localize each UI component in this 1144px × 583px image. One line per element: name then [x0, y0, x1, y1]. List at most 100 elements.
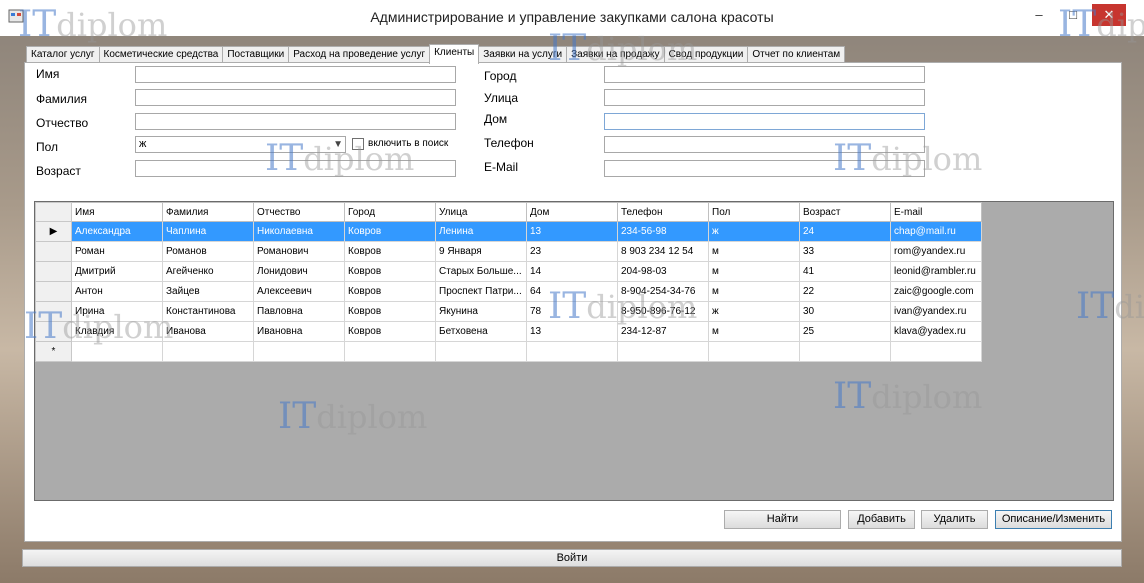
row-header[interactable] [35, 321, 72, 342]
table-cell[interactable]: ж [708, 301, 800, 322]
chevron-down-icon[interactable]: ▼ [333, 137, 343, 152]
table-cell[interactable]: Якунина [435, 301, 527, 322]
name-input[interactable] [135, 66, 456, 83]
table-cell[interactable]: Ленина [435, 221, 527, 242]
table-cell[interactable]: Ирина [71, 301, 163, 322]
row-header[interactable] [35, 261, 72, 282]
add-button[interactable]: Добавить [848, 510, 915, 529]
table-cell[interactable]: Ивановна [253, 321, 345, 342]
minimize-button[interactable]: – [1026, 4, 1052, 26]
table-cell[interactable] [708, 341, 800, 362]
column-header[interactable]: Город [344, 202, 436, 222]
table-cell[interactable]: Павловна [253, 301, 345, 322]
table-cell[interactable]: 204-98-03 [617, 261, 709, 282]
table-cell[interactable]: 22 [799, 281, 891, 302]
column-header[interactable]: Имя [71, 202, 163, 222]
table-cell[interactable]: Ковров [344, 301, 436, 322]
table-cell[interactable]: 78 [526, 301, 618, 322]
table-cell[interactable]: Агейченко [162, 261, 254, 282]
delete-button[interactable]: Удалить [921, 510, 988, 529]
table-cell[interactable]: Роман [71, 241, 163, 262]
table-cell[interactable]: Ковров [344, 221, 436, 242]
tab-item[interactable]: Косметические средства [98, 46, 224, 63]
table-cell[interactable]: Дмитрий [71, 261, 163, 282]
column-header[interactable]: Телефон [617, 202, 709, 222]
table-cell[interactable]: 64 [526, 281, 618, 302]
row-header[interactable] [35, 301, 72, 322]
table-cell[interactable]: 25 [799, 321, 891, 342]
table-cell[interactable]: leonid@rambler.ru [890, 261, 982, 282]
table-cell[interactable] [344, 341, 436, 362]
table-cell[interactable]: klava@yadex.ru [890, 321, 982, 342]
column-header[interactable]: Отчество [253, 202, 345, 222]
tab-item[interactable]: Каталог услуг [26, 46, 100, 63]
street-input[interactable] [604, 89, 925, 106]
clients-data-grid[interactable]: Имя Фамилия Отчество Город Улица Дом Телефон По… [34, 201, 1114, 501]
column-header[interactable]: Фамилия [162, 202, 254, 222]
table-cell[interactable]: Бетховена [435, 321, 527, 342]
tab-item[interactable]: Поставщики [222, 46, 290, 63]
phone-input[interactable] [604, 136, 925, 153]
table-cell[interactable]: Проспект Патри... [435, 281, 527, 302]
table-cell[interactable] [162, 341, 254, 362]
table-cell[interactable]: Чаплина [162, 221, 254, 242]
table-cell[interactable] [71, 341, 163, 362]
column-header[interactable]: E-mail [890, 202, 982, 222]
login-button[interactable]: Войти [22, 549, 1122, 567]
city-input[interactable] [604, 66, 925, 83]
close-button[interactable]: ✕ [1092, 4, 1126, 26]
table-cell[interactable]: 13 [526, 321, 618, 342]
table-cell[interactable]: 9 Января [435, 241, 527, 262]
gender-select[interactable]: ж ▼ [135, 136, 346, 153]
table-cell[interactable]: 8-950-896-76-12 [617, 301, 709, 322]
table-cell[interactable]: Ковров [344, 261, 436, 282]
house-input[interactable] [604, 113, 925, 130]
table-cell[interactable]: Романов [162, 241, 254, 262]
table-cell[interactable]: м [708, 321, 800, 342]
table-cell[interactable] [799, 341, 891, 362]
tab-item[interactable]: Расход на проведение услуг [288, 46, 431, 63]
table-cell[interactable]: 30 [799, 301, 891, 322]
maximize-button[interactable]: □ [1060, 4, 1086, 26]
table-row[interactable]: Дмитрий Агейченко Лонидович Ковров Старых Бо… [35, 261, 982, 282]
column-header[interactable]: Пол [708, 202, 800, 222]
table-cell[interactable]: 14 [526, 261, 618, 282]
table-cell[interactable] [435, 341, 527, 362]
table-cell[interactable]: 8-904-254-34-76 [617, 281, 709, 302]
new-row-marker[interactable]: * [35, 341, 72, 362]
table-cell[interactable]: 234-12-87 [617, 321, 709, 342]
find-button[interactable]: Найти [724, 510, 841, 529]
table-cell[interactable]: Клавдия [71, 321, 163, 342]
table-cell[interactable]: Николаевна [253, 221, 345, 242]
table-row[interactable]: ▶ Александра Чаплина Николаевна Ковров Ленина… [35, 221, 982, 242]
table-cell[interactable]: 8 903 234 12 54 [617, 241, 709, 262]
table-row[interactable]: Роман Романов Романович Ковров 9 Января 23 8 9… [35, 241, 982, 262]
table-cell[interactable]: Александра [71, 221, 163, 242]
table-cell[interactable]: ж [708, 221, 800, 242]
table-cell[interactable] [253, 341, 345, 362]
include-search-checkbox[interactable] [352, 138, 364, 150]
table-cell[interactable]: 24 [799, 221, 891, 242]
table-cell[interactable]: м [708, 281, 800, 302]
email-input[interactable] [604, 160, 925, 177]
table-cell[interactable]: Ковров [344, 281, 436, 302]
new-row[interactable]: * [35, 341, 982, 362]
tab-item[interactable]: Заявки на продажу [566, 46, 665, 63]
table-cell[interactable]: Зайцев [162, 281, 254, 302]
table-cell[interactable]: Алексеевич [253, 281, 345, 302]
table-cell[interactable] [890, 341, 982, 362]
table-cell[interactable]: rom@yandex.ru [890, 241, 982, 262]
table-cell[interactable]: Константинова [162, 301, 254, 322]
table-cell[interactable]: Лонидович [253, 261, 345, 282]
table-cell[interactable]: 41 [799, 261, 891, 282]
column-header[interactable]: Улица [435, 202, 527, 222]
describe-edit-button[interactable]: Описание/Изменить [995, 510, 1112, 529]
table-cell[interactable]: Иванова [162, 321, 254, 342]
column-header[interactable]: Возраст [799, 202, 891, 222]
age-input[interactable] [135, 160, 456, 177]
column-header[interactable]: Дом [526, 202, 618, 222]
table-cell[interactable]: м [708, 241, 800, 262]
table-cell[interactable] [617, 341, 709, 362]
row-header[interactable]: ▶ [35, 221, 72, 242]
table-cell[interactable]: Старых Больше... [435, 261, 527, 282]
